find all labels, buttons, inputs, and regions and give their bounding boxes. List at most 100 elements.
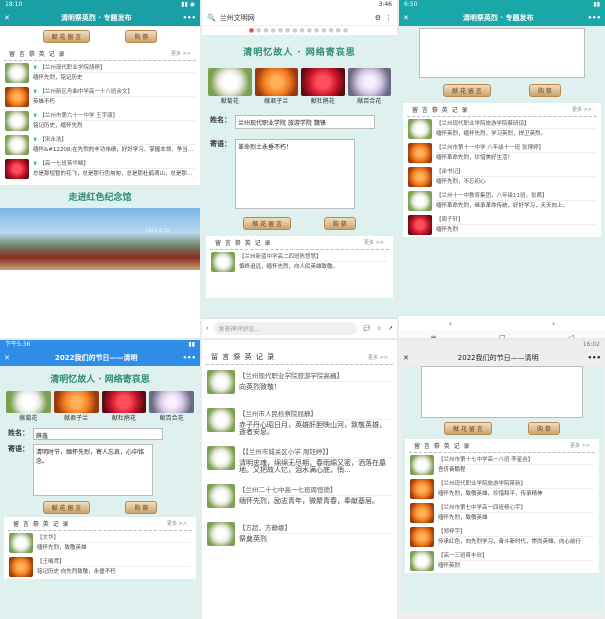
leaf-icon: ❦: [33, 65, 38, 71]
leaf-icon: ❦: [33, 113, 38, 119]
message-author: 【兰州新区舟曲中学高一十八班余文】: [39, 89, 133, 95]
name-field[interactable]: 兰州现代职业学院 旅游学院 魏锋: [235, 115, 375, 129]
header-title: 清明祭英烈 · 专题发布: [462, 14, 534, 22]
donate-button[interactable]: 购 祭: [528, 84, 561, 97]
panel-2: 3:46 🔍 兰州文明网 ⚙ ⋮ ●●●●●●●●●●●●●● 清明忆故人 · 网络寄…: [202, 0, 397, 338]
more-link[interactable]: 更多 >>: [570, 442, 590, 449]
send-message-button[interactable]: 献 花 留 言: [243, 217, 292, 230]
forward-arrow-icon[interactable]: ›: [552, 319, 555, 328]
records-header: 留 言 祭 英 记 录 更多 >>: [210, 236, 389, 250]
list-item: 【兰州市第七中学高一四班杨心宇】 缅怀先烈，致敬英雄: [405, 501, 599, 525]
more-icon[interactable]: •••: [183, 354, 196, 362]
flower-image: [5, 111, 29, 131]
more-icon[interactable]: •••: [588, 14, 601, 22]
name-field[interactable]: 薛鑫: [33, 428, 163, 440]
leaf-icon: ❦: [33, 89, 38, 95]
section-title: 留 言 祭 英 记 录: [215, 240, 272, 247]
donate-button[interactable]: 购 祭: [125, 501, 158, 514]
list-item: 【【兰州市城关区小学 周钰婷】】 清明忠魂，绵绵无尽期，春雨綿又密，洒落在墓地。又…: [202, 441, 397, 479]
panel-6: 16:02 ✕ 2022我们的节日——清明 ••• 献 花 留 言购 祭 留 言 祭…: [399, 340, 605, 619]
flower-option[interactable]: 献杜鹃花: [101, 391, 147, 422]
more-link[interactable]: 更多 >>: [171, 50, 191, 57]
more-link[interactable]: 更多 >>: [368, 354, 388, 361]
photo-date: 1943.8.26: [144, 228, 170, 234]
flower-option[interactable]: 献君子兰: [53, 391, 99, 422]
status-time: 18:10: [5, 1, 23, 8]
more-link[interactable]: 更多 >>: [167, 520, 187, 527]
browser-bar: 🔍 兰州文明网 ⚙ ⋮: [202, 10, 397, 26]
system-nav: ≡ ◻ ◁: [399, 330, 605, 338]
search-icon[interactable]: 🔍: [207, 14, 216, 22]
message-field[interactable]: [421, 366, 583, 418]
more-icon[interactable]: •••: [183, 14, 196, 22]
flower-option[interactable]: 献百合花: [347, 68, 391, 105]
flower-option[interactable]: 献君子兰: [254, 68, 298, 105]
list-item: 【兰州市第十一中学 八年级十一班 张博婷】 缅怀革命先烈，珍惜美好生活！: [403, 141, 601, 165]
send-message-button[interactable]: 献 花 留 言: [443, 84, 491, 97]
message-field[interactable]: 革命烈士永垂不朽！: [235, 139, 355, 209]
back-icon[interactable]: ‹: [206, 325, 208, 332]
comment-icon[interactable]: 💬: [363, 325, 370, 332]
list-item: 【高一三班蒋丰欣】 缅怀英烈: [405, 549, 599, 573]
back-arrow-icon[interactable]: ‹: [449, 319, 452, 328]
list-item: 【周子轩】 缅怀先烈: [403, 213, 601, 237]
list-item: 【兰州十一中教育集团，八年级11班，张茜】 缅怀革命先烈，继承革命传统，好好学习，…: [403, 189, 601, 213]
list-item: 【兰州市人民检察院屈静】 赤子丹心昭日月，英雄肝胆映山河，致敬英雄，逝者安息。: [202, 403, 397, 441]
flower-option[interactable]: 献菊花: [6, 391, 51, 422]
share-icon[interactable]: ⚙: [375, 14, 381, 22]
more-link[interactable]: 更多 >>: [572, 106, 592, 113]
flower-image: [5, 159, 29, 179]
comment-input[interactable]: 发表神评妙论...: [214, 322, 358, 335]
donate-button[interactable]: 购 祭: [323, 217, 356, 230]
leaf-icon: ❦: [33, 161, 38, 167]
panel-1: 18:10 ▮▮ ◉ ✕ 清明祭英烈 · 专题发布 ••• 献 花 留 言 购 祭 留…: [0, 0, 200, 338]
list-item: 【文华】 缅怀先烈，致敬英雄: [4, 531, 196, 555]
message-text: 缅怀&#12208;在先烈的丰功伟绩，好好学习、掌握本领、争当热爱祖国、建设&#…: [33, 147, 195, 153]
flower-option[interactable]: 献百合花: [149, 391, 194, 422]
send-message-button[interactable]: 献 花 留 言: [444, 422, 492, 435]
list-item: ❦ 【宋永浩】缅怀&#12208;在先烈的丰功伟绩，好好学习、掌握本领、争当热爱…: [0, 133, 200, 157]
message-text: 缅怀先烈，铭记历史: [33, 75, 83, 81]
flower-option[interactable]: 献菊花: [208, 68, 252, 105]
message-text: 铭记历史，缅怀先烈: [33, 123, 83, 129]
menu-icon[interactable]: ≡: [430, 333, 437, 339]
list-item: 【王曦鸢】 铭记历史 向先烈致敬，永垂不朽: [4, 555, 196, 579]
list-item: ❦ 【兰州新区舟曲中学高一十八班余文】英雄不朽: [0, 85, 200, 109]
message-text: 慎终追远，缅怀先烈，向人民英雄致敬。: [239, 264, 339, 270]
panel-4: 下午5:36 ▮▮ ✕ 2022我们的节日——清明 ••• 清明忆故人 · 网络寄哀思…: [0, 340, 200, 619]
message-field[interactable]: [419, 28, 585, 78]
share-icon[interactable]: ↗: [388, 325, 393, 332]
message-author: 【宋永浩】: [39, 137, 67, 143]
carousel-dots: ●●●●●●●●●●●●●●: [248, 27, 351, 34]
star-icon[interactable]: ☆: [377, 325, 382, 332]
message-text: 英雄不朽: [33, 99, 56, 105]
records-header: 留 言 祭 英 记 录更多 >>: [409, 439, 595, 453]
donate-button[interactable]: 购 祭: [527, 422, 560, 435]
list-item: 【郑梓宇】 传承红色，向先烈学习，奋斗新时代，崇尚英雄，向心前行: [405, 525, 599, 549]
leaf-icon: ❦: [33, 137, 38, 143]
records-header: 留 言 祭 英 记 录更多 >>: [407, 103, 597, 117]
message-label: 寄语：: [210, 140, 231, 148]
list-item: ❦ 【高一七班蒋华鳞】 总是那短暂的花飞，总是那行色匆匆，总是那杜鹃滴山，总是那紫…: [0, 157, 200, 181]
back-icon[interactable]: ◁: [568, 333, 574, 339]
more-icon[interactable]: ⋮: [385, 14, 392, 22]
send-message-button[interactable]: 献 花 留 言: [42, 30, 91, 43]
status-time: 6:50: [404, 1, 418, 8]
send-message-button[interactable]: 献 花 留 言: [42, 501, 91, 514]
app-header: ✕ 清明祭英烈 · 专题发布 •••: [0, 10, 200, 26]
comment-bar: ‹ 发表神评妙论... 💬 ☆ ↗: [202, 318, 397, 338]
flower-option[interactable]: 献杜鹃花: [301, 68, 345, 105]
message-author: 【兰州新蓝中学高二四班陈慧慧】: [239, 252, 388, 262]
more-link[interactable]: 更多 >>: [364, 239, 384, 246]
donate-button[interactable]: 购 祭: [125, 30, 158, 43]
message-field[interactable]: 清明时节，缅怀先烈，寄人忘哀，心中铭念。: [33, 444, 153, 496]
list-item: 【兰州二十七中高一七班周恒德】 缅怀先烈，励志青年，微聚青春，奉献基层。: [202, 479, 397, 517]
records-header: 留 言 祭 英 记 录更多 >>: [8, 517, 192, 531]
more-icon[interactable]: •••: [588, 354, 601, 362]
home-icon[interactable]: ◻: [499, 333, 506, 339]
url-title: 兰州文明网: [219, 13, 255, 22]
list-item: 【兰州市第十七中学高一八班 李星谷】 吾侪奋鹏程: [405, 453, 599, 477]
status-time: 下午5:36: [5, 341, 31, 348]
message-author: 【兰州现代职业学院胡婷】: [39, 65, 106, 71]
list-item: 【方超，方静娜】 祭奠英烈: [202, 517, 397, 551]
